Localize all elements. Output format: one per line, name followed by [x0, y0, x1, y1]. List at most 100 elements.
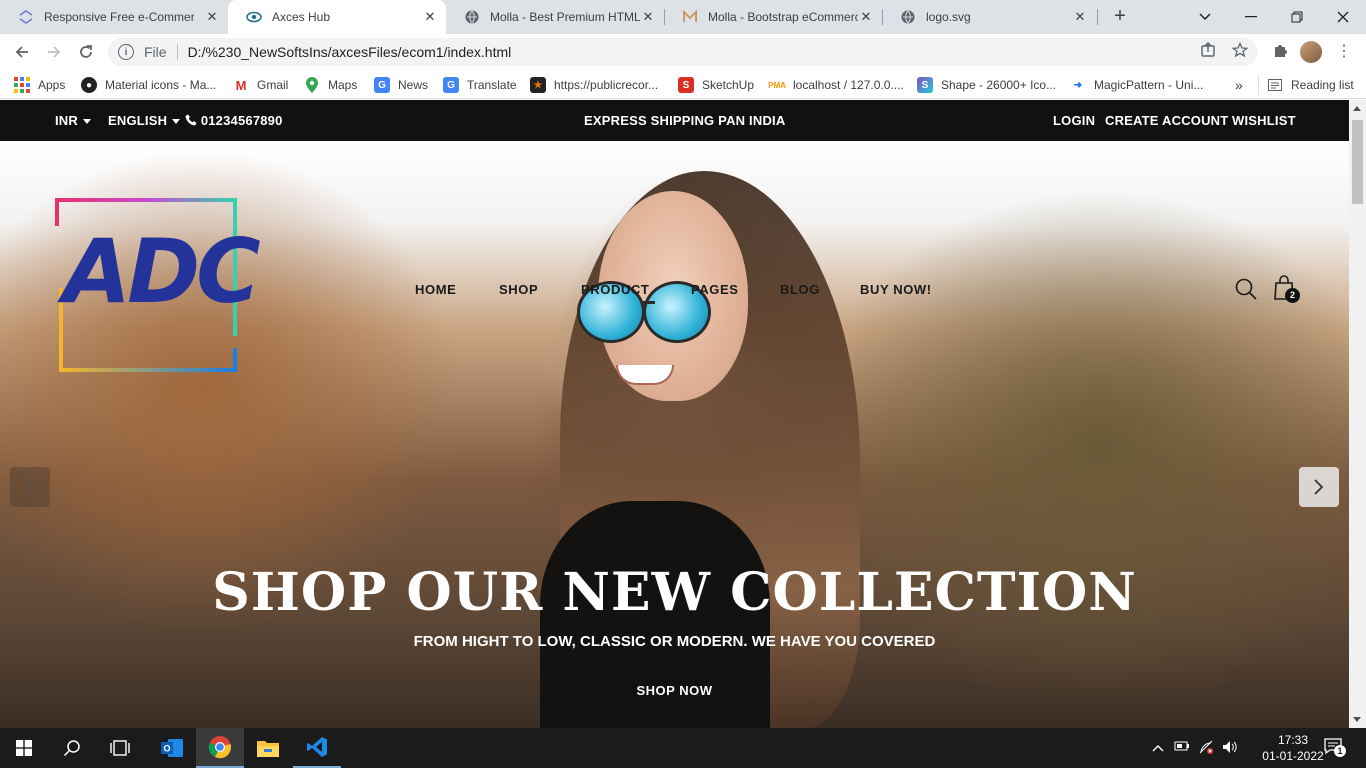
bookmark-label: MagicPattern - Uni...: [1094, 78, 1204, 92]
minimize-icon: [1245, 16, 1257, 18]
nav-home[interactable]: HOME: [415, 282, 499, 302]
scrollbar-thumb[interactable]: [1352, 120, 1363, 204]
profile-avatar[interactable]: [1300, 41, 1322, 63]
login-link[interactable]: LOGIN: [1053, 113, 1095, 128]
globe-icon: [464, 9, 480, 25]
close-tab-icon[interactable]: ✕: [1072, 9, 1088, 25]
search-icon[interactable]: [1234, 277, 1258, 301]
bookmark-star-icon[interactable]: [1230, 41, 1250, 62]
svg-text:O: O: [163, 744, 170, 754]
shop-now-button[interactable]: SHOP NOW: [620, 671, 729, 709]
close-tab-icon[interactable]: ✕: [204, 9, 220, 25]
bookmark-publicrecords[interactable]: ★ https://publicrecor...: [530, 75, 658, 95]
taskbar-clock[interactable]: 17:33 01-01-2022: [1262, 732, 1324, 764]
tab-molla-html[interactable]: Molla - Best Premium HTML ✕: [446, 0, 664, 34]
maps-pin-icon: [304, 77, 320, 93]
nav-buy-now[interactable]: BUY NOW!: [860, 282, 950, 302]
close-tab-icon[interactable]: ✕: [640, 9, 656, 25]
outlook-app[interactable]: O: [148, 728, 196, 768]
omnibox-separator: [176, 44, 178, 60]
arrows-icon: [18, 9, 34, 25]
volume-icon[interactable]: [1222, 740, 1238, 757]
bookmark-label: Maps: [328, 78, 358, 92]
close-window-button[interactable]: [1320, 0, 1366, 34]
tab-molla-bootstrap[interactable]: Molla - Bootstrap eCommerce ✕: [664, 0, 882, 34]
reload-button[interactable]: [74, 40, 98, 64]
back-button[interactable]: [10, 40, 34, 64]
currency-dropdown[interactable]: INR: [55, 113, 91, 128]
tab-search-button[interactable]: [1182, 0, 1228, 34]
tab-title: Axces Hub: [272, 10, 331, 24]
forward-button[interactable]: [42, 40, 66, 64]
create-account-link[interactable]: CREATE ACCOUNT: [1105, 113, 1228, 128]
info-icon[interactable]: i: [118, 44, 134, 60]
slider-prev-button[interactable]: [10, 467, 50, 507]
tab-logo-svg[interactable]: logo.svg ✕: [882, 0, 1096, 34]
language-dropdown[interactable]: ENGLISH: [108, 113, 181, 128]
more-bookmarks-button[interactable]: »: [1235, 75, 1243, 95]
scroll-up-arrow-icon[interactable]: [1353, 106, 1361, 111]
extensions-icon[interactable]: [1270, 42, 1290, 62]
tab-axces-hub[interactable]: Axces Hub ✕: [228, 0, 446, 34]
bookmark-translate[interactable]: G Translate: [443, 75, 517, 95]
network-icon[interactable]: [1198, 740, 1216, 757]
new-tab-button[interactable]: +: [1108, 5, 1132, 29]
bookmark-localhost[interactable]: PMA localhost / 127.0.0....: [768, 75, 904, 95]
reading-list-icon: [1267, 77, 1283, 93]
start-button[interactable]: [0, 728, 48, 768]
reload-icon: [80, 45, 92, 58]
wishlist-link[interactable]: WISHLIST: [1232, 113, 1296, 128]
tab-title: Responsive Free e-Commerce: [44, 10, 194, 24]
reading-list-button[interactable]: Reading list: [1258, 75, 1354, 95]
notification-count-badge: 1: [1334, 745, 1346, 757]
taskbar-search-button[interactable]: [48, 728, 96, 768]
nav-shop[interactable]: SHOP: [499, 282, 581, 302]
battery-icon[interactable]: [1174, 740, 1190, 755]
bookmark-sketchup[interactable]: S SketchUp: [678, 75, 754, 95]
main-navigation: HOME SHOP PRODUCT PAGES BLOG BUY NOW!: [415, 282, 950, 302]
bookmark-label: Translate: [467, 78, 517, 92]
news-icon: G: [374, 77, 390, 93]
bookmark-gmail[interactable]: M Gmail: [233, 75, 289, 95]
nav-blog[interactable]: BLOG: [780, 282, 860, 302]
close-tab-icon[interactable]: ✕: [422, 9, 438, 25]
restore-button[interactable]: [1274, 0, 1320, 34]
nav-product[interactable]: PRODUCT: [581, 282, 691, 302]
bookmark-magicpattern[interactable]: ➜ MagicPattern - Uni...: [1070, 75, 1204, 95]
bookmark-label: https://publicrecor...: [554, 78, 659, 92]
apps-grid-icon: [14, 77, 30, 93]
file-explorer-app[interactable]: [244, 728, 292, 768]
url-text[interactable]: D:/%230_NewSoftsIns/axcesFiles/ecom1/ind…: [188, 44, 512, 60]
caret-down-icon: [83, 119, 91, 125]
omnibox[interactable]: i File D:/%230_NewSoftsIns/axcesFiles/ec…: [108, 38, 1258, 66]
close-tab-icon[interactable]: ✕: [858, 9, 874, 25]
notification-center-button[interactable]: 1: [1324, 738, 1346, 759]
chevron-right-icon: [1314, 479, 1324, 495]
phone-link[interactable]: 01234567890: [185, 113, 283, 128]
more-menu-icon[interactable]: ⋮: [1336, 42, 1352, 62]
bookmark-shape[interactable]: S Shape - 26000+ Ico...: [917, 75, 1056, 95]
nav-pages[interactable]: PAGES: [691, 282, 780, 302]
site-logo[interactable]: ADC: [55, 198, 261, 375]
scroll-down-arrow-icon[interactable]: [1353, 717, 1361, 722]
windows-logo-icon: [16, 740, 32, 756]
web-page: INR ENGLISH 01234567890 EXPRESS SHIPPING…: [0, 100, 1349, 728]
share-icon[interactable]: [1198, 42, 1218, 62]
bookmark-news[interactable]: G News: [374, 75, 428, 95]
bookmark-apps[interactable]: Apps: [14, 75, 65, 95]
show-hidden-icons-button[interactable]: [1152, 740, 1164, 755]
slider-next-button[interactable]: [1299, 467, 1339, 507]
minimize-button[interactable]: [1228, 0, 1274, 34]
tab-responsive-ecommerce[interactable]: Responsive Free e-Commerce ✕: [0, 0, 228, 34]
chrome-app[interactable]: [196, 728, 244, 768]
task-view-button[interactable]: [96, 728, 144, 768]
bookmark-label: Material icons - Ma...: [105, 78, 217, 92]
bookmark-material-icons[interactable]: ● Material icons - Ma...: [81, 75, 216, 95]
clock-date: 01-01-2022: [1262, 749, 1324, 763]
page-scrollbar[interactable]: [1349, 100, 1366, 728]
vscode-icon: [307, 737, 327, 757]
bookmark-label: localhost / 127.0.0....: [793, 78, 904, 92]
reading-list-label: Reading list: [1291, 78, 1354, 92]
vscode-app[interactable]: [293, 728, 341, 768]
bookmark-maps[interactable]: Maps: [304, 75, 357, 95]
